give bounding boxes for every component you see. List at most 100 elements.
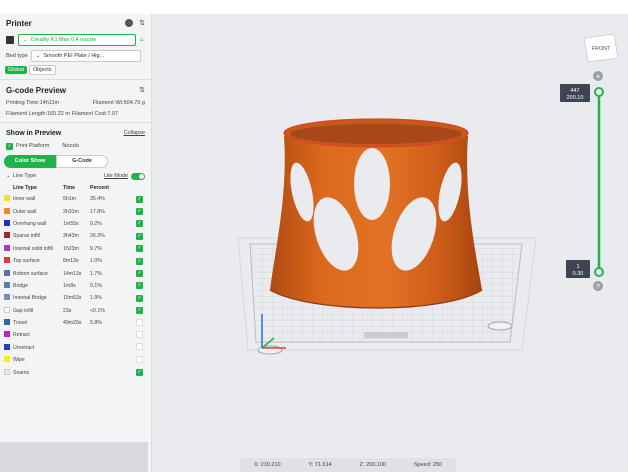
printer-icon (6, 36, 14, 44)
line-type-percent (90, 329, 136, 341)
line-type-name: Internal Bridge (13, 295, 47, 302)
line-type-dropdown[interactable]: ⌄ Line Type (6, 173, 36, 179)
tab-gcode[interactable]: G-Code (56, 154, 108, 168)
divider (0, 122, 151, 123)
wifi-icon[interactable]: ≈ (140, 37, 144, 44)
show-in-preview-title: Show in Preview (6, 129, 62, 137)
visibility-checkbox[interactable]: ✓ (136, 307, 143, 315)
slider-top-layer: 447 (570, 88, 579, 94)
coord-z: Z: 200.100 (359, 462, 386, 468)
column-header-percent: Percent (90, 184, 110, 191)
visibility-checkbox[interactable]: ✓ (136, 257, 143, 265)
table-row: Top surface 8m13s 1.0% ✓ (4, 255, 150, 267)
visibility-checkbox[interactable]: ✓ (136, 245, 143, 253)
line-type-percent: 5.8% (90, 320, 102, 327)
visibility-checkbox[interactable] (136, 355, 143, 363)
color-swatch (4, 232, 10, 239)
slider-bottom-handle[interactable] (594, 267, 604, 277)
color-swatch (4, 306, 10, 313)
visibility-checkbox[interactable]: ✓ (136, 282, 143, 290)
top-strip (0, 0, 628, 14)
slider-bottom-layer: 1 (576, 264, 579, 270)
scene-canvas[interactable]: FRONT + ? 447 200.10 1 0.30 (152, 14, 628, 472)
color-swatch (4, 269, 10, 276)
lite-mode-toggle[interactable] (131, 172, 145, 180)
tab-global[interactable]: Global (5, 65, 27, 74)
printer-title: Printer (6, 18, 32, 28)
color-swatch (4, 244, 10, 251)
line-type-name: Outer wall (13, 208, 37, 215)
line-type-percent: 26.3% (90, 233, 105, 240)
svg-text:?: ? (596, 284, 600, 291)
visibility-checkbox[interactable]: ✓ (136, 270, 143, 278)
gcode-stats-row-1: Printing Time:14h11m Filament Wt:504.70 … (0, 97, 151, 108)
3d-viewport[interactable]: FRONT + ? 447 200.10 1 0.30 X: 219.210 Y… (152, 14, 628, 472)
visibility-checkbox[interactable]: ✓ (136, 294, 143, 302)
line-type-time (63, 342, 90, 354)
table-row: Retract (4, 329, 150, 341)
bed-type-row: Bed type ⌄ Smooth PEI Plate / Hig... (0, 48, 151, 63)
print-platform-label: Print Platform (16, 143, 50, 149)
slider-top-height: 200.10 (567, 95, 584, 101)
view-cube[interactable]: FRONT (583, 33, 619, 63)
filament-length: Filament Length:165.22 m (6, 110, 70, 117)
printing-time: Printing Time:14h11m (6, 99, 60, 106)
plate-clip-right (487, 321, 513, 331)
color-swatch (4, 219, 10, 226)
table-header-row: Line Type Time Percent (4, 182, 150, 193)
coord-x: X: 219.210 (253, 462, 281, 468)
table-row: Gap infill 23s <0.1% ✓ (4, 305, 150, 317)
line-type-time: 49m20s (63, 320, 82, 327)
visibility-checkbox[interactable] (136, 343, 143, 351)
nozzle-label[interactable]: Nozzle (62, 143, 79, 149)
sliced-model[interactable] (269, 118, 483, 309)
collapse-link[interactable]: Collapse (124, 130, 145, 136)
line-type-percent: 1.7% (90, 270, 102, 277)
print-platform-checkbox[interactable]: ✓ (6, 142, 13, 150)
visibility-checkbox[interactable]: ✓ (136, 369, 143, 377)
table-row: Wipe (4, 354, 150, 366)
layer-slider[interactable]: + ? 447 200.10 1 0.30 (560, 71, 604, 291)
line-type-name: Seams (13, 369, 30, 376)
divider (0, 79, 151, 80)
color-swatch (4, 281, 10, 288)
bed-type-select[interactable]: ⌄ Smooth PEI Plate / Hig... (30, 49, 141, 62)
line-type-table-body: Inner wall 5h1m 35.4% ✓ Outer wall 2h31m 17.8%… (4, 193, 150, 379)
line-type-percent: 0.1% (90, 282, 102, 289)
settings-icon[interactable] (125, 19, 134, 27)
line-type-name: Gap infill (13, 307, 34, 314)
line-type-percent (90, 366, 136, 378)
color-swatch (4, 294, 10, 301)
column-header-line-type: Line Type (13, 184, 37, 191)
line-type-time: 8m13s (63, 258, 79, 265)
bed-type-value: Smooth PEI Plate / Hig... (43, 52, 105, 59)
collapse-icon[interactable]: ⇅ (139, 87, 145, 94)
visibility-checkbox[interactable]: ✓ (136, 232, 143, 240)
line-type-name: Bridge (13, 282, 28, 289)
visibility-checkbox[interactable]: ✓ (136, 195, 143, 203)
visibility-checkbox[interactable] (136, 318, 143, 326)
lite-mode-label: Lite Mode (103, 173, 128, 179)
visibility-checkbox[interactable]: ✓ (136, 220, 143, 228)
line-type-time: 1m8s (63, 282, 76, 289)
table-row: Inner wall 5h1m 35.4% ✓ (4, 193, 150, 205)
color-swatch (4, 195, 10, 202)
collapse-icon[interactable]: ⇅ (139, 20, 145, 27)
line-type-toolbar: ⌄ Line Type Lite Mode (0, 170, 151, 182)
slider-top-handle[interactable] (594, 87, 604, 97)
visibility-checkbox[interactable]: ✓ (136, 208, 143, 216)
line-type-percent (90, 342, 136, 354)
tab-objects[interactable]: Objects (28, 64, 56, 75)
printer-select[interactable]: ⌄ Creality K1 Max 0.4 nozzle (18, 34, 136, 46)
view-cube-label: FRONT (592, 46, 612, 52)
global-objects-tabs: Global Objects (0, 63, 151, 76)
line-type-time: 15m53s (63, 295, 82, 302)
chevron-down-icon: ⌄ (35, 52, 41, 59)
tab-color-show[interactable]: Color Show (4, 154, 56, 168)
column-header-time: Time (63, 184, 76, 191)
line-type-percent: 9.7% (90, 245, 102, 252)
line-type-time (63, 329, 90, 341)
printer-row: ⌄ Creality K1 Max 0.4 nozzle ≈ (0, 32, 151, 48)
gcode-preview-header: G-code Preview ⇅ (0, 83, 151, 97)
visibility-checkbox[interactable] (136, 330, 143, 338)
